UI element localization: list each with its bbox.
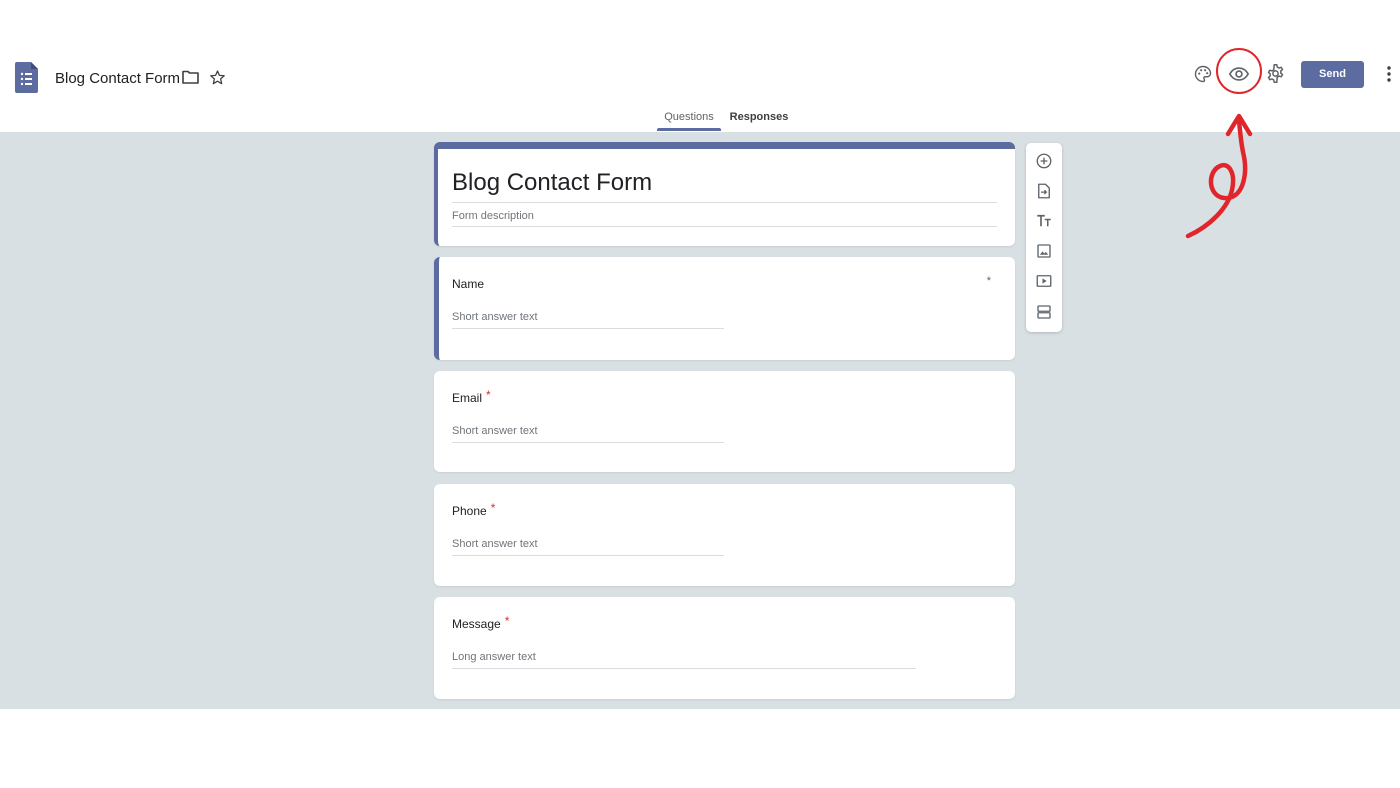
long-answer-placeholder: Long answer text — [452, 651, 916, 669]
required-asterisk: * — [486, 388, 491, 402]
gear-icon[interactable] — [1265, 63, 1286, 84]
import-questions-icon[interactable] — [1035, 182, 1053, 200]
more-vert-icon[interactable] — [1382, 64, 1396, 84]
form-title-card[interactable]: Blog Contact Form Form description — [434, 142, 1015, 246]
question-card-email[interactable]: Email * Short answer text — [434, 371, 1015, 472]
form-name[interactable]: Blog Contact Form — [55, 70, 180, 87]
short-answer-placeholder: Short answer text — [452, 538, 724, 556]
tab-responses[interactable]: Responses — [727, 111, 791, 123]
question-title[interactable]: Phone * — [452, 501, 496, 518]
question-title[interactable]: Name — [452, 277, 484, 291]
form-description-field[interactable]: Form description — [452, 210, 997, 227]
send-button[interactable]: Send — [1301, 61, 1364, 88]
add-section-icon[interactable] — [1035, 303, 1053, 321]
add-video-icon[interactable] — [1035, 272, 1053, 290]
annotation-arrow-icon — [1185, 113, 1253, 239]
add-image-icon[interactable] — [1035, 242, 1053, 260]
forms-doc-icon[interactable] — [15, 62, 38, 93]
active-tab-indicator — [657, 128, 721, 131]
add-question-icon[interactable] — [1035, 152, 1053, 170]
question-card-name[interactable]: Name * Short answer text — [434, 257, 1015, 360]
tab-questions[interactable]: Questions — [657, 111, 721, 123]
floating-toolbar — [1026, 143, 1062, 332]
required-asterisk: * — [490, 501, 496, 515]
question-card-message[interactable]: Message * Long answer text — [434, 597, 1015, 699]
required-indicator: * — [986, 275, 991, 287]
short-answer-placeholder: Short answer text — [452, 311, 724, 329]
form-title[interactable]: Blog Contact Form — [452, 169, 997, 203]
required-asterisk: * — [504, 614, 510, 628]
question-card-phone[interactable]: Phone * Short answer text — [434, 484, 1015, 586]
folder-icon[interactable] — [182, 70, 199, 84]
short-answer-placeholder: Short answer text — [452, 425, 724, 443]
star-icon[interactable] — [209, 69, 226, 86]
annotation-highlight-circle — [1216, 48, 1262, 94]
question-title[interactable]: Message * — [452, 614, 510, 631]
add-title-icon[interactable] — [1035, 212, 1053, 230]
question-title[interactable]: Email * — [452, 388, 491, 405]
palette-icon[interactable] — [1193, 64, 1213, 84]
